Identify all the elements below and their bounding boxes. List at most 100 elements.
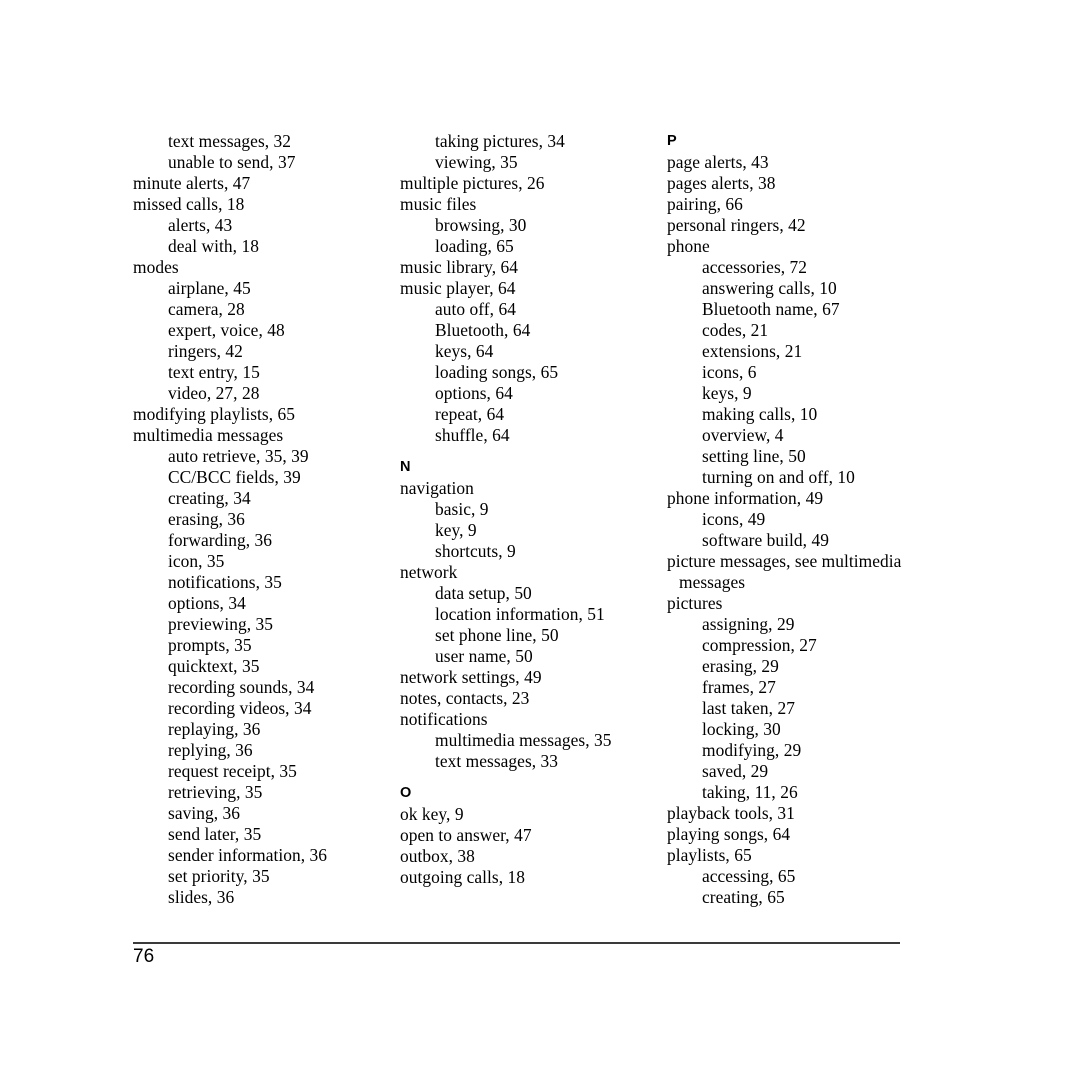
index-subentry: icon, 35 (168, 551, 225, 571)
index-subentry: data setup, 50 (435, 583, 532, 603)
index-column-3: Ppage alerts, 43 pages alerts, 38 pairing,… (667, 131, 934, 908)
index-entry: phone (667, 236, 710, 256)
index-entry: outgoing calls, 18 (400, 867, 526, 887)
index-subentry: options, 34 (168, 593, 246, 613)
index-subentry: prompts, 35 (168, 635, 252, 655)
index-subentry: creating, 65 (702, 887, 785, 907)
index-subentry: codes, 21 (702, 320, 769, 340)
index-subentry: set priority, 35 (168, 866, 270, 886)
index-subentry: loading songs, 65 (435, 362, 559, 382)
index-subentry: making calls, 10 (702, 404, 818, 424)
index-subentry: set phone line, 50 (435, 625, 559, 645)
index-entry: playback tools, 31 (667, 803, 795, 823)
index-entry: outbox, 38 (400, 846, 475, 866)
index-subentry: icons, 49 (702, 509, 766, 529)
index-subentry: replying, 36 (168, 740, 253, 760)
index-subentry: auto off, 64 (435, 299, 516, 319)
index-subentry: repeat, 64 (435, 404, 505, 424)
index-entry: minute alerts, 47 (133, 173, 251, 193)
index-entry: personal ringers, 42 (667, 215, 806, 235)
index-subentry: keys, 9 (702, 383, 752, 403)
index-subentry: answering calls, 10 (702, 278, 837, 298)
index-entry: multiple pictures, 26 (400, 173, 545, 193)
index-subentry: auto retrieve, 35, 39 (168, 446, 309, 466)
index-subentry: location information, 51 (435, 604, 605, 624)
index-subentry: accessing, 65 (702, 866, 796, 886)
index-subentry: loading, 65 (435, 236, 514, 256)
index-subentry: recording videos, 34 (168, 698, 312, 718)
index-subentry: taking pictures, 34 (435, 131, 565, 151)
index-subentry: saving, 36 (168, 803, 240, 823)
index-subentry: sender information, 36 (168, 845, 328, 865)
index-entry: network settings, 49 (400, 667, 542, 687)
index-entry: ok key, 9 (400, 804, 464, 824)
index-subentry: icons, 6 (702, 362, 757, 382)
index-subentry: user name, 50 (435, 646, 533, 666)
index-entry: open to answer, 47 (400, 825, 532, 845)
index-entry: missed calls, 18 (133, 194, 245, 214)
index-subentry: saved, 29 (702, 761, 769, 781)
index-subentry: software build, 49 (702, 530, 829, 550)
index-subentry: send later, 35 (168, 824, 262, 844)
index-subentry: recording sounds, 34 (168, 677, 315, 697)
index-subentry: taking, 11, 26 (702, 782, 798, 802)
index-entry: music library, 64 (400, 257, 519, 277)
section-letter: O (400, 785, 412, 801)
index-entry: pictures (667, 593, 723, 613)
index-subentry: shuffle, 64 (435, 425, 510, 445)
index-subentry: overview, 4 (702, 425, 784, 445)
index-page: text messages, 32 unable to send, 37 minut… (0, 0, 1080, 1080)
index-entry: playing songs, 64 (667, 824, 791, 844)
index-subentry: notifications, 35 (168, 572, 282, 592)
index-subentry: camera, 28 (168, 299, 245, 319)
index-subentry: deal with, 18 (168, 236, 259, 256)
index-subentry: key, 9 (435, 520, 477, 540)
index-entry: phone information, 49 (667, 488, 824, 508)
index-subentry: turning on and off, 10 (702, 467, 855, 487)
index-subentry: multimedia messages, 35 (435, 730, 612, 750)
index-subentry: unable to send, 37 (168, 152, 296, 172)
index-subentry: assigning, 29 (702, 614, 795, 634)
section-letter: P (667, 133, 677, 149)
index-entry: pairing, 66 (667, 194, 743, 214)
index-subentry: ringers, 42 (168, 341, 243, 361)
index-subentry: CC/BCC fields, 39 (168, 467, 301, 487)
index-entry: picture messages, see multimedia message… (667, 551, 902, 592)
index-entry: navigation (400, 478, 474, 498)
index-subentry: text entry, 15 (168, 362, 260, 382)
index-subentry: airplane, 45 (168, 278, 251, 298)
index-subentry: text messages, 32 (168, 131, 292, 151)
index-subentry: Bluetooth name, 67 (702, 299, 840, 319)
index-subentry: previewing, 35 (168, 614, 274, 634)
index-subentry: extensions, 21 (702, 341, 803, 361)
index-subentry: video, 27, 28 (168, 383, 260, 403)
page-number: 76 (133, 946, 155, 967)
index-entry: modes (133, 257, 179, 277)
index-subentry: erasing, 29 (702, 656, 779, 676)
index-subentry: last taken, 27 (702, 698, 795, 718)
index-subentry: creating, 34 (168, 488, 251, 508)
index-subentry: accessories, 72 (702, 257, 808, 277)
section-letter: N (400, 459, 411, 475)
index-subentry: alerts, 43 (168, 215, 233, 235)
index-subentry: modifying, 29 (702, 740, 802, 760)
index-entry: music player, 64 (400, 278, 516, 298)
index-subentry: frames, 27 (702, 677, 776, 697)
index-entry: notifications (400, 709, 488, 729)
footer-divider (133, 942, 900, 944)
index-entry: pages alerts, 38 (667, 173, 776, 193)
index-subentry: browsing, 30 (435, 215, 527, 235)
index-columns: text messages, 32 unable to send, 37 minut… (133, 131, 933, 908)
index-subentry: request receipt, 35 (168, 761, 297, 781)
index-subentry: locking, 30 (702, 719, 781, 739)
index-entry: notes, contacts, 23 (400, 688, 530, 708)
index-subentry: slides, 36 (168, 887, 235, 907)
index-subentry: basic, 9 (435, 499, 489, 519)
index-subentry: options, 64 (435, 383, 513, 403)
index-entry: playlists, 65 (667, 845, 752, 865)
index-entry: page alerts, 43 (667, 152, 769, 172)
index-entry: music files (400, 194, 477, 214)
index-subentry: viewing, 35 (435, 152, 518, 172)
index-entry: multimedia messages (133, 425, 284, 445)
index-column-2: taking pictures, 34 viewing, 35 multiple p… (400, 131, 667, 888)
